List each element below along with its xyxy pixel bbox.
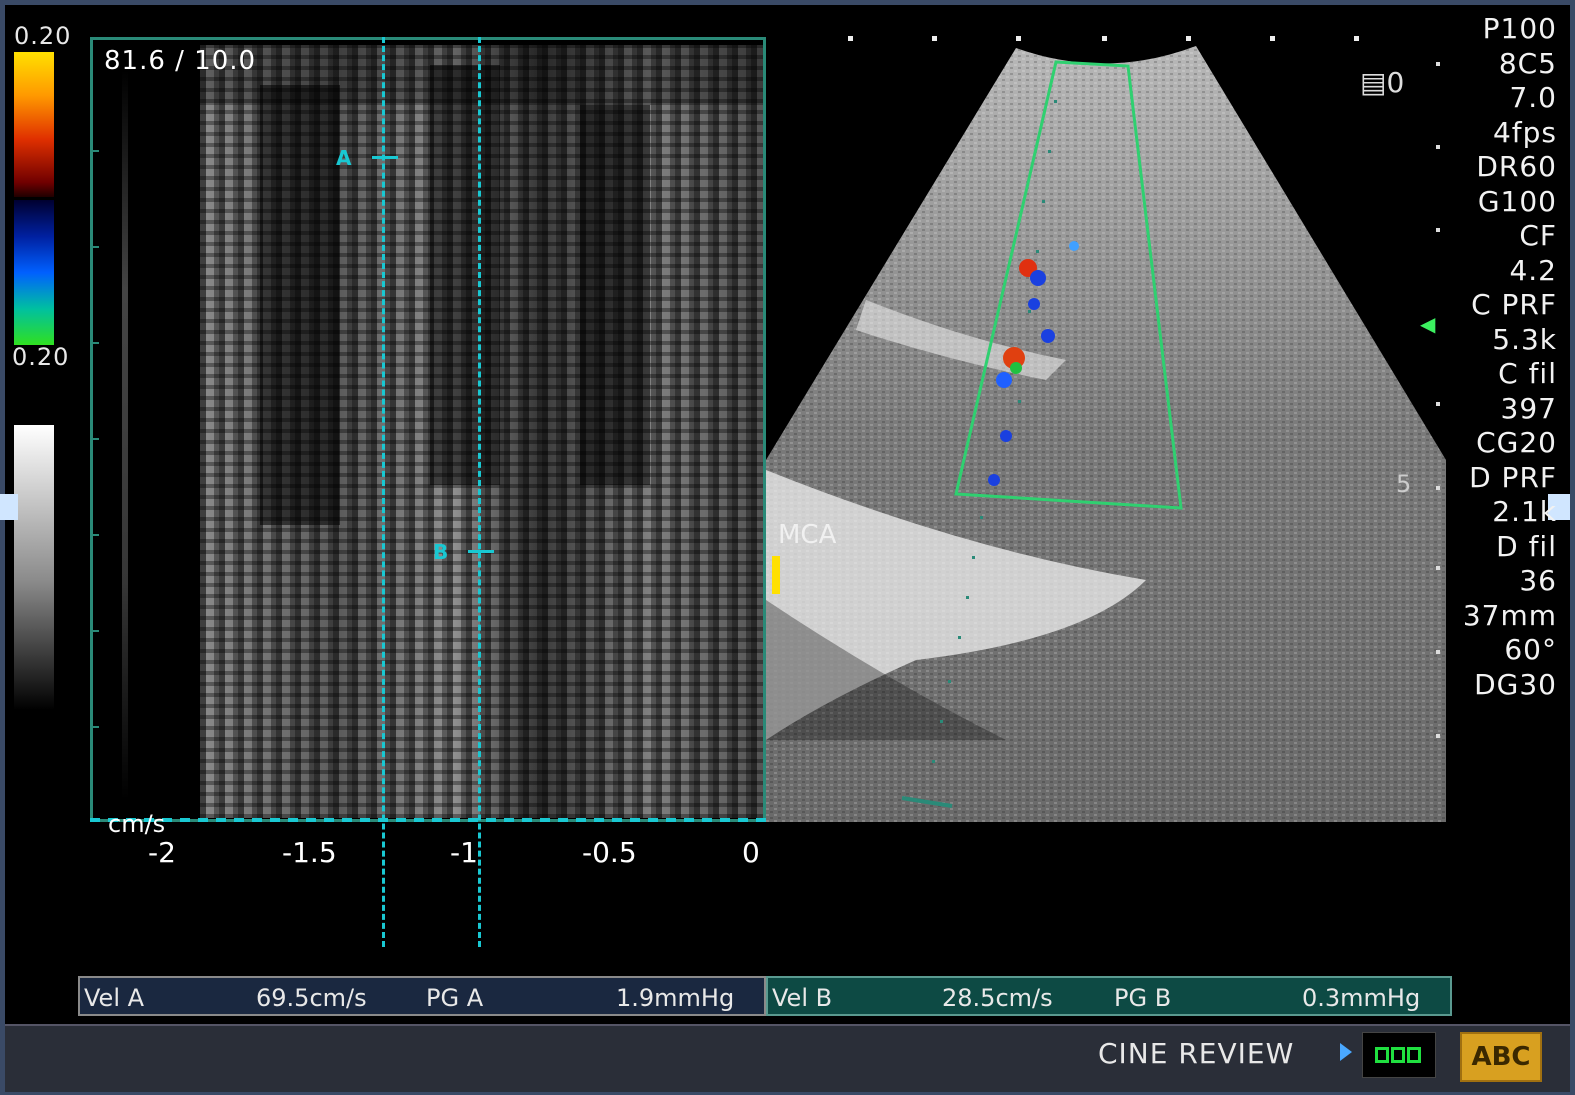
param-cf-value: 4.2	[1509, 253, 1557, 287]
param-cf: CF	[1519, 219, 1557, 252]
bottom-status-bar	[5, 1024, 1570, 1092]
depth-dot	[1016, 36, 1021, 41]
param-doppler-gain: DG30	[1474, 667, 1557, 701]
time-axis-line	[90, 818, 766, 822]
sample-gate-marker	[772, 556, 780, 594]
vessel-label: MCA	[778, 520, 837, 550]
image-icon-counter: ▤0	[1360, 66, 1405, 99]
depth-dot	[1186, 36, 1191, 41]
depth-dot	[932, 36, 937, 41]
color-scale-top-value: 0.20	[14, 22, 72, 50]
cursor-b-tick	[468, 550, 494, 553]
param-c-prf-value: 5.3k	[1492, 322, 1557, 356]
focus-marker-icon: ◀	[1420, 312, 1436, 336]
pg-a-value: 1.9mmHg	[616, 984, 735, 1012]
cine-loop-button[interactable]	[1362, 1032, 1436, 1078]
param-d-fil-value: 36	[1519, 564, 1557, 597]
color-scale-bottom-value: 0.20	[12, 343, 70, 371]
color-scale-negative-bar	[14, 200, 54, 345]
play-arrow-icon[interactable]	[1340, 1043, 1352, 1061]
measurement-bar-a: Vel A 69.5cm/s PG A 1.9mmHg	[78, 976, 766, 1016]
param-color-gain: CG20	[1476, 426, 1557, 459]
param-c-prf: C PRF	[1471, 288, 1557, 321]
ultrasound-sector-image	[766, 46, 1446, 822]
param-d-prf: D PRF	[1469, 460, 1557, 494]
param-frame-rate: 4fps	[1492, 115, 1557, 149]
cursor-b-label: B	[433, 540, 449, 564]
vel-b-value: 28.5cm/s	[942, 984, 1053, 1012]
param-angle: 60°	[1504, 633, 1557, 666]
param-dynamic-range: DR60	[1476, 150, 1557, 183]
left-edge-handle[interactable]	[0, 494, 18, 520]
x-tick-label: -1.5	[282, 836, 337, 869]
grayscale-bar	[14, 425, 54, 710]
x-tick-label: -1	[450, 836, 478, 869]
vel-b-label: Vel B	[772, 984, 833, 1012]
param-d-fil: D fil	[1496, 529, 1557, 563]
spectral-doppler-image	[200, 45, 763, 818]
acquisition-parameters: P100 8C5 7.0 4fps DR60 G100 CF 4.2 C PRF…	[1463, 12, 1557, 702]
cursor-a-tick	[372, 156, 398, 159]
depth-dot	[848, 36, 853, 41]
cine-frame-icon	[1407, 1047, 1421, 1063]
cursor-a-label: A	[336, 146, 352, 170]
image-icon: ▤	[1360, 66, 1387, 99]
cine-frame-icon	[1375, 1047, 1389, 1063]
param-c-fil-value: 397	[1500, 391, 1557, 425]
param-depth: 37mm	[1462, 598, 1557, 632]
spectrum-header-readout: 81.6 / 10.0	[104, 46, 257, 76]
annotation-abc-button[interactable]: ABC	[1460, 1032, 1542, 1082]
param-c-fil: C fil	[1498, 357, 1557, 390]
param-frequency: 7.0	[1509, 81, 1557, 114]
param-probe: 8C5	[1498, 46, 1557, 80]
pg-b-label: PG B	[1114, 984, 1172, 1012]
pg-b-value: 0.3mmHg	[1302, 984, 1421, 1012]
depth-dot	[1354, 36, 1359, 41]
cursor-line-b[interactable]	[478, 37, 481, 947]
x-tick-label: -2	[148, 836, 176, 869]
cursor-line-a[interactable]	[382, 37, 385, 947]
cine-frame-icon	[1391, 1047, 1405, 1063]
measurement-bar-b: Vel B 28.5cm/s PG B 0.3mmHg	[766, 976, 1452, 1016]
x-tick-label: 0	[742, 836, 760, 869]
depth-dot	[1102, 36, 1107, 41]
velocity-unit-label: cm/s	[108, 810, 166, 838]
cine-review-label: CINE REVIEW	[1098, 1037, 1295, 1070]
color-scale-positive-bar	[14, 52, 54, 197]
vel-a-value: 69.5cm/s	[256, 984, 367, 1012]
param-power: P100	[1482, 12, 1557, 45]
depth-marker-label: 5	[1396, 470, 1412, 498]
depth-dot	[1270, 36, 1275, 41]
param-gain: G100	[1477, 184, 1557, 218]
param-d-prf-value: 2.1k	[1492, 495, 1557, 528]
vel-a-label: Vel A	[84, 984, 145, 1012]
x-tick-label: -0.5	[582, 836, 637, 869]
pg-a-label: PG A	[426, 984, 484, 1012]
spectrum-baseline-line	[122, 70, 128, 800]
